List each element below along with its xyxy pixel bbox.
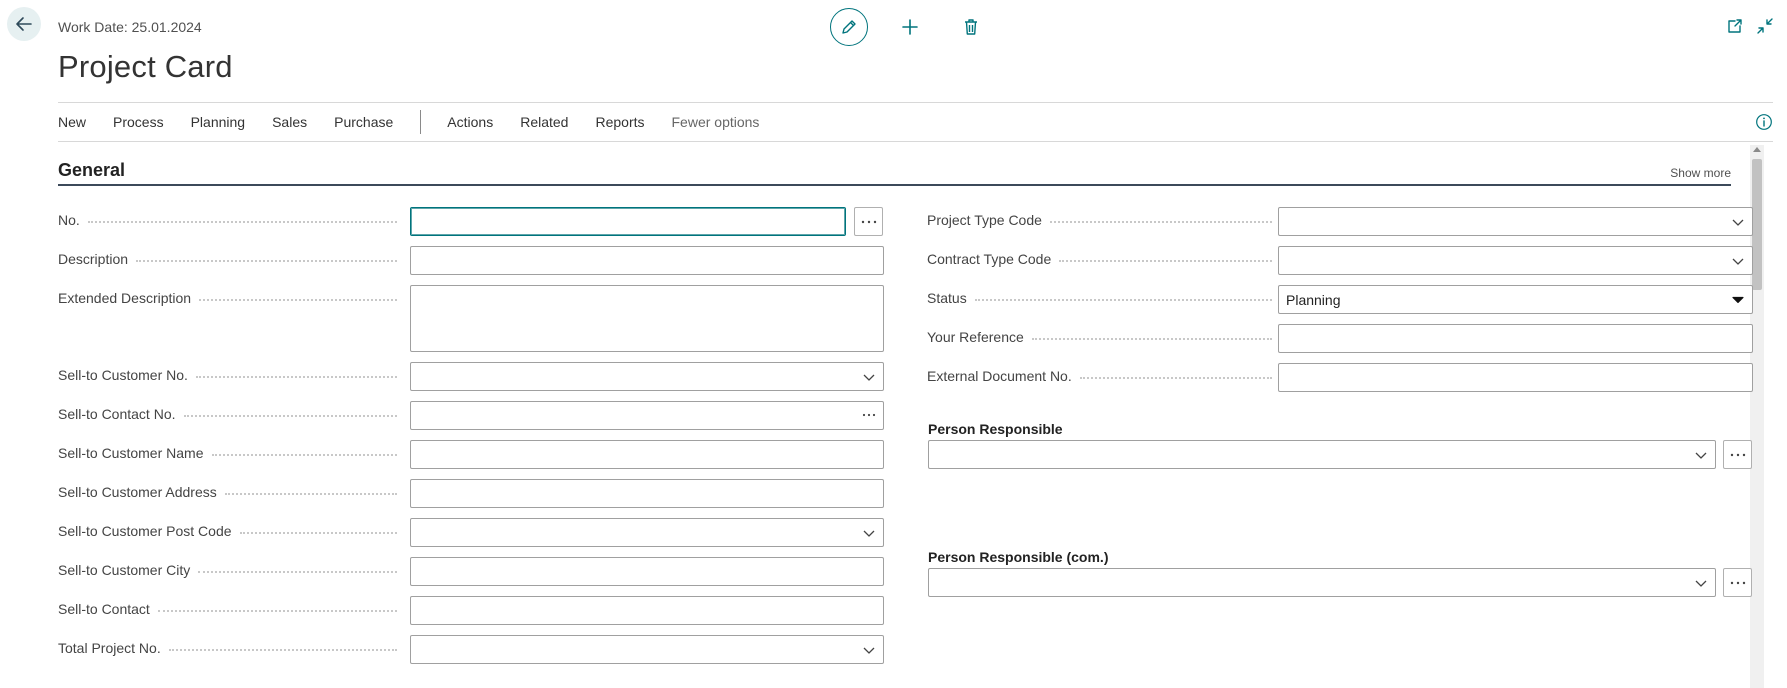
action-purchase[interactable]: Purchase [334,114,393,130]
top-action-group [830,8,990,46]
action-bar: New Process Planning Sales Purchase Acti… [58,102,1773,142]
ellipsis-icon [1730,453,1745,456]
action-actions[interactable]: Actions [447,114,493,130]
arrow-left-icon [16,17,32,31]
action-related[interactable]: Related [520,114,568,130]
info-icon[interactable] [1755,113,1773,131]
open-in-new-window-button[interactable] [1724,15,1746,37]
contract-type-code-input[interactable] [1278,246,1753,275]
action-reports[interactable]: Reports [595,114,644,130]
person-responsible-com-input[interactable] [928,568,1716,597]
collapse-button[interactable] [1754,15,1776,37]
label-person-responsible-com: Person Responsible (com.) [928,549,1109,565]
scroll-up-arrow[interactable] [1753,147,1761,152]
label-sell-to-customer-name: Sell-to Customer Name [58,444,403,462]
ellipsis-icon [1730,581,1745,584]
trash-icon [965,19,977,35]
plus-icon [902,19,918,35]
general-section-header: General Show more [58,158,1731,186]
label-sell-to-customer-no: Sell-to Customer No. [58,366,403,384]
label-contract-type-code: Contract Type Code [927,250,1278,268]
collapse-icon [1757,18,1773,34]
person-responsible-input[interactable] [928,440,1716,469]
label-your-reference: Your Reference [927,328,1278,346]
sell-to-customer-no-input[interactable] [410,362,884,391]
status-select[interactable]: Planning [1278,285,1753,314]
ellipsis-icon [861,220,876,223]
edit-button[interactable] [830,8,868,46]
label-no: No. [58,211,403,229]
person-responsible-lookup-button[interactable] [1723,440,1752,469]
label-sell-to-contact: Sell-to Contact [58,600,403,618]
label-sell-to-customer-post-code: Sell-to Customer Post Code [58,522,403,540]
sell-to-customer-post-code-input[interactable] [410,518,884,547]
page-title: Project Card [58,49,233,84]
back-button[interactable] [7,7,41,41]
no-lookup-button[interactable] [854,207,883,236]
sell-to-contact-no-input[interactable] [410,401,884,430]
label-extended-description: Extended Description [58,289,403,307]
action-process[interactable]: Process [113,114,164,130]
action-fewer-options[interactable]: Fewer options [672,114,760,130]
sell-to-customer-city-input[interactable] [410,557,884,586]
description-input[interactable] [410,246,884,275]
sell-to-customer-name-input[interactable] [410,440,884,469]
label-sell-to-customer-city: Sell-to Customer City [58,561,403,579]
work-date: Work Date: 25.01.2024 [58,19,202,35]
open-in-new-window-icon [1728,19,1742,33]
project-type-code-input[interactable] [1278,207,1753,236]
no-input[interactable] [410,207,846,236]
action-planning[interactable]: Planning [191,114,246,130]
show-more-link[interactable]: Show more [1670,166,1731,180]
total-project-no-input[interactable] [410,635,884,664]
external-document-no-input[interactable] [1278,363,1753,392]
sell-to-contact-input[interactable] [410,596,884,625]
label-person-responsible: Person Responsible [928,421,1063,437]
extended-description-textarea[interactable] [410,285,884,352]
label-sell-to-customer-address: Sell-to Customer Address [58,483,403,501]
label-status: Status [927,289,1278,307]
pencil-icon [842,20,856,34]
section-title-general[interactable]: General [58,160,125,181]
your-reference-input[interactable] [1278,324,1753,353]
action-new[interactable]: New [58,114,86,130]
scroll-thumb[interactable] [1752,159,1762,290]
action-sales[interactable]: Sales [272,114,307,130]
label-description: Description [58,250,403,268]
label-external-document-no: External Document No. [927,367,1278,385]
label-sell-to-contact-no: Sell-to Contact No. [58,405,403,423]
label-project-type-code: Project Type Code [927,211,1278,229]
sell-to-customer-address-input[interactable] [410,479,884,508]
label-total-project-no: Total Project No. [58,639,403,657]
action-separator [420,110,422,134]
new-button[interactable] [891,8,929,46]
person-responsible-com-lookup-button[interactable] [1723,568,1752,597]
delete-button[interactable] [952,8,990,46]
